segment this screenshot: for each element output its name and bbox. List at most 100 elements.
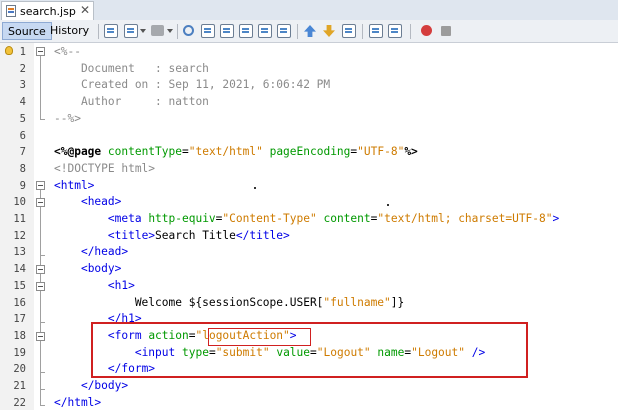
code-line[interactable]: 7 <%@page contentType="text/html" pageEnc… <box>0 144 618 161</box>
code-text: <body> <box>54 261 121 278</box>
find-next-icon[interactable] <box>220 24 234 38</box>
forward-icon[interactable] <box>151 25 164 36</box>
code-text: <title>Search Title</title> <box>54 228 290 245</box>
toolbar-separator <box>297 24 298 39</box>
code-line[interactable]: 10 <head> <box>0 194 618 211</box>
code-line[interactable]: 11 <meta http-equiv="Content-Type" conte… <box>0 211 618 228</box>
code-token: ]} <box>390 295 405 309</box>
last-edit-icon[interactable] <box>104 24 118 38</box>
editor-toolbar: Source History <box>0 20 618 43</box>
code-line[interactable]: 9 <html> <box>0 178 618 195</box>
find-previous-icon[interactable] <box>201 24 215 38</box>
code-token: <%-- <box>54 45 81 58</box>
code-text: Created on : Sep 11, 2021, 6:06:42 PM <box>54 77 330 94</box>
code-token: <head> <box>80 195 122 209</box>
fold-toggle-icon[interactable] <box>36 332 45 341</box>
code-token: </html> <box>54 395 102 409</box>
code-text: <%-- <box>54 44 81 61</box>
code-token: <html> <box>54 178 95 192</box>
fold-guide <box>40 56 41 119</box>
code-line[interactable]: 8 <!DOCTYPE html> <box>0 161 618 178</box>
code-line[interactable]: 14 <body> <box>0 261 618 278</box>
code-line[interactable]: 16 Welcome ${sessionScope.USER["fullname… <box>0 295 618 312</box>
code-text: </html> <box>54 395 101 411</box>
code-line[interactable]: 2 Document : search <box>0 61 618 78</box>
code-line[interactable]: 13 </head> <box>0 244 618 261</box>
code-text: <head> <box>54 194 121 211</box>
back-dropdown-icon[interactable] <box>140 29 146 33</box>
toggle-highlight-icon[interactable] <box>258 24 272 38</box>
code-token: = <box>181 145 189 159</box>
fold-toggle-icon[interactable] <box>36 47 45 56</box>
find-selection-icon[interactable] <box>239 24 253 38</box>
code-token: "UTF-8" <box>357 145 405 159</box>
code-text: </head> <box>54 244 128 261</box>
code-text: <!DOCTYPE html> <box>54 161 155 178</box>
fold-toggle-icon[interactable] <box>36 181 45 190</box>
previous-bookmark-icon[interactable] <box>304 25 316 37</box>
history-view-button[interactable]: History <box>45 22 94 40</box>
start-macro-icon[interactable] <box>421 25 432 36</box>
fold-end <box>40 389 45 390</box>
code-line[interactable]: 22 </html> <box>0 395 618 411</box>
fold-end <box>40 119 45 120</box>
code-line[interactable]: 15 <h1> <box>0 278 618 295</box>
code-text: <meta http-equiv="Content-Type" content=… <box>54 211 559 228</box>
code-token: content <box>323 212 371 225</box>
toolbar-separator <box>362 24 363 39</box>
code-token: "text/html" <box>188 145 263 159</box>
code-text: --%> <box>54 111 81 128</box>
toolbar-separator <box>177 24 178 39</box>
code-token: <!DOCTYPE html> <box>54 161 156 175</box>
fold-toggle-icon[interactable] <box>36 265 45 274</box>
line-number: 12 <box>13 229 26 242</box>
line-number: 1 <box>19 46 26 58</box>
code-line[interactable]: 4 Author : natton <box>0 94 618 111</box>
shift-left-icon[interactable] <box>369 24 383 38</box>
code-token: --%> <box>54 111 81 125</box>
code-token: "fullname" <box>323 295 391 309</box>
line-number: 22 <box>13 396 26 409</box>
line-number: 11 <box>13 213 26 225</box>
code-line[interactable]: 1 <%-- <box>0 44 618 61</box>
code-text: Author : natton <box>54 94 209 111</box>
stray-dot <box>387 204 389 206</box>
back-icon[interactable] <box>124 24 138 38</box>
next-bookmark-icon[interactable] <box>323 25 335 37</box>
toggle-bookmark-icon[interactable] <box>342 24 356 38</box>
line-number: 18 <box>13 329 26 342</box>
find-icon[interactable] <box>183 25 194 36</box>
code-token: <body> <box>80 262 122 276</box>
code-token: "Content-Type" <box>222 212 317 225</box>
tab-filename: search.jsp <box>20 5 76 18</box>
stop-macro-icon[interactable] <box>441 26 451 36</box>
code-line[interactable]: 3 Created on : Sep 11, 2021, 6:06:42 PM <box>0 77 618 94</box>
file-tab-search-jsp[interactable]: search.jsp ✕ <box>1 1 94 20</box>
close-icon[interactable]: ✕ <box>80 3 90 17</box>
code-line[interactable]: 5 --%> <box>0 111 618 128</box>
code-line[interactable]: 12 <title>Search Title</title> <box>0 228 618 245</box>
code-line[interactable]: 6 <box>0 128 618 145</box>
code-token: <meta <box>107 212 149 225</box>
code-editor[interactable]: 1 <%-- 2 Document : search 3 Created on : S… <box>0 43 618 410</box>
line-number: 20 <box>13 363 26 376</box>
line-number: 15 <box>13 279 26 292</box>
line-number: 10 <box>13 196 26 209</box>
toggle-rectangular-selection-icon[interactable] <box>277 24 291 38</box>
shift-right-icon[interactable] <box>388 24 402 38</box>
fold-toggle-icon[interactable] <box>36 198 45 207</box>
line-number: 16 <box>13 296 26 309</box>
code-token: </head> <box>80 245 129 259</box>
code-line[interactable]: 21 </body> <box>0 378 618 395</box>
code-text: Welcome ${sessionScope.USER["fullname"]} <box>54 295 404 312</box>
fold-toggle-icon[interactable] <box>36 282 45 291</box>
fold-guide <box>40 190 41 406</box>
forward-dropdown-icon[interactable] <box>167 29 173 33</box>
fold-end <box>40 322 45 323</box>
code-text: <html> <box>54 178 94 195</box>
